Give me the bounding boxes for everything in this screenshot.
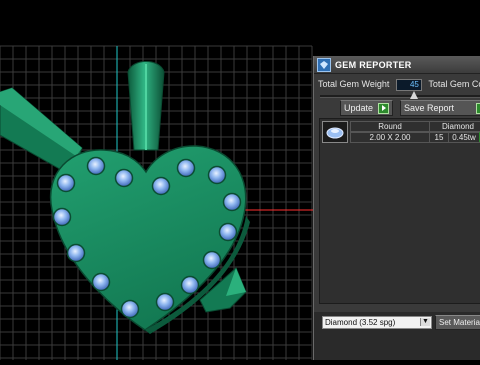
- round-diamond-gem: [114, 168, 134, 188]
- gem-count-cell: 15: [429, 132, 449, 143]
- round-diamond-gem: [52, 207, 72, 227]
- total-weight-field[interactable]: 45: [395, 79, 422, 91]
- chevron-down-icon[interactable]: ▼: [420, 318, 430, 326]
- material-select[interactable]: Diamond (3.52 spg) ▼: [322, 316, 432, 329]
- round-diamond-gem: [66, 243, 86, 263]
- round-diamond-gem: [207, 165, 227, 185]
- set-material-label: Set Material: [439, 318, 480, 327]
- round-diamond-gem: [176, 158, 196, 178]
- save-report-label: Save Report: [404, 103, 455, 113]
- weight-slider-knob[interactable]: [410, 91, 418, 99]
- weight-slider-track[interactable]: [320, 95, 480, 98]
- round-diamond-gem: [91, 272, 111, 292]
- set-material-button[interactable]: Set Material: [435, 315, 480, 330]
- gem-size-cell: 2.00 X 2.00: [350, 132, 430, 143]
- round-diamond-gem: [56, 173, 76, 193]
- update-button[interactable]: Update: [340, 100, 394, 116]
- total-weight-row: Total Gem Weight 45 Total Gem Count: [318, 79, 480, 91]
- header-material: Diamond: [429, 121, 480, 132]
- gem-thumbnail[interactable]: [322, 121, 348, 143]
- header-shape: Round: [350, 121, 430, 132]
- round-diamond-gem: [155, 292, 175, 312]
- total-weight-label: Total Gem Weight: [318, 79, 390, 89]
- play-icon: [476, 102, 480, 114]
- material-bar: Diamond (3.52 spg) ▼ Set Material: [314, 312, 480, 360]
- gem-table: Round Diamond 2.00 X 2.00 15 0.45tw: [319, 118, 480, 304]
- round-diamond-gem: [86, 156, 106, 176]
- panel-titlebar[interactable]: GEM REPORTER: [314, 56, 480, 74]
- round-diamond-gem: [222, 192, 242, 212]
- gem-reporter-icon: [317, 57, 331, 72]
- round-diamond-gem: [120, 299, 140, 319]
- gem-reporter-panel: GEM REPORTER Total Gem Weight 45 Total G…: [313, 56, 480, 360]
- play-icon: [378, 102, 390, 114]
- gem-weight-cell: 0.45tw: [448, 132, 480, 143]
- round-diamond-gem: [218, 222, 238, 242]
- round-diamond-gem: [202, 250, 222, 270]
- panel-title: GEM REPORTER: [335, 59, 412, 70]
- update-label: Update: [344, 103, 374, 113]
- material-select-value: Diamond (3.52 spg): [325, 318, 396, 327]
- round-diamond-gem: [151, 176, 171, 196]
- save-report-button[interactable]: Save Report: [400, 100, 480, 116]
- total-count-label: Total Gem Count: [428, 79, 480, 89]
- round-diamond-gem: [180, 275, 200, 295]
